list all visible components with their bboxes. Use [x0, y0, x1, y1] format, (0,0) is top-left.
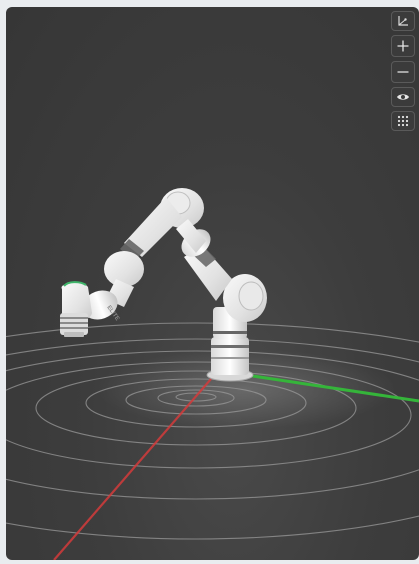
zoom-in-button[interactable]: [391, 35, 415, 57]
grid-dots-icon: [397, 115, 409, 127]
robot-scene[interactable]: ELITE: [6, 7, 419, 560]
grid-button[interactable]: [391, 111, 415, 131]
3d-viewer[interactable]: ELITE: [6, 7, 419, 560]
zoom-in-icon: [397, 40, 409, 52]
zoom-out-icon: [397, 71, 409, 73]
axes-button[interactable]: [391, 11, 415, 31]
robot-arm: ELITE: [60, 188, 267, 382]
robot-base: [211, 337, 249, 375]
view-toolbar: [391, 11, 415, 131]
wrist-joint: [104, 251, 144, 287]
eye-icon: [397, 94, 409, 100]
zoom-out-button[interactable]: [391, 61, 415, 83]
visibility-button[interactable]: [391, 87, 415, 107]
axes-icon: [398, 16, 408, 26]
